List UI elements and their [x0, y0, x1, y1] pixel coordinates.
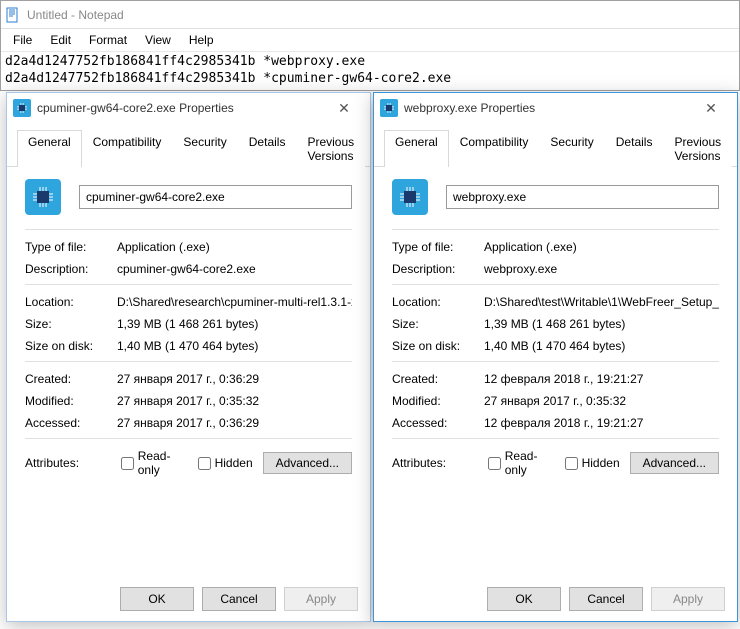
label-size-on-disk: Size on disk:	[392, 339, 484, 353]
value-modified: 27 января 2017 г., 0:35:32	[117, 394, 352, 408]
tab-strip: General Compatibility Security Details P…	[374, 123, 737, 167]
tab-details[interactable]: Details	[605, 130, 664, 167]
tab-details[interactable]: Details	[238, 130, 297, 167]
dialog-body: Type of file:Application (.exe) Descript…	[374, 167, 737, 577]
label-location: Location:	[392, 295, 484, 309]
filename-input[interactable]	[79, 185, 352, 209]
menu-format[interactable]: Format	[81, 31, 135, 49]
value-type: Application (.exe)	[117, 240, 352, 254]
value-location: D:\Shared\test\Writable\1\WebFreer_Setup…	[484, 295, 719, 309]
label-type: Type of file:	[392, 240, 484, 254]
button-row: OK Cancel Apply	[374, 577, 737, 621]
menu-view[interactable]: View	[137, 31, 179, 49]
value-type: Application (.exe)	[484, 240, 719, 254]
ok-button[interactable]: OK	[487, 587, 561, 611]
menu-file[interactable]: File	[5, 31, 40, 49]
value-accessed: 12 февраля 2018 г., 19:21:27	[484, 416, 719, 430]
tab-previous-versions[interactable]: Previous Versions	[663, 130, 732, 167]
label-size: Size:	[25, 317, 117, 331]
label-accessed: Accessed:	[392, 416, 484, 430]
dialog-titlebar[interactable]: webproxy.exe Properties ✕	[374, 93, 737, 123]
checkbox-readonly[interactable]: Read-only	[121, 449, 188, 477]
label-created: Created:	[25, 372, 117, 386]
label-size: Size:	[392, 317, 484, 331]
file-type-icon	[25, 179, 61, 215]
value-location: D:\Shared\research\cpuminer-multi-rel1.3…	[117, 295, 352, 309]
value-description: webproxy.exe	[484, 262, 719, 276]
value-created: 12 февраля 2018 г., 19:21:27	[484, 372, 719, 386]
properties-dialog-cpuminer: cpuminer-gw64-core2.exe Properties ✕ Gen…	[6, 92, 371, 622]
label-location: Location:	[25, 295, 117, 309]
value-size-on-disk: 1,40 MB (1 470 464 bytes)	[117, 339, 352, 353]
notepad-icon	[5, 7, 21, 23]
dialog-title: cpuminer-gw64-core2.exe Properties	[37, 101, 324, 115]
label-accessed: Accessed:	[25, 416, 117, 430]
app-icon	[380, 99, 398, 117]
menu-help[interactable]: Help	[181, 31, 222, 49]
button-row: OK Cancel Apply	[7, 577, 370, 621]
cancel-button[interactable]: Cancel	[569, 587, 643, 611]
file-type-icon	[392, 179, 428, 215]
value-created: 27 января 2017 г., 0:36:29	[117, 372, 352, 386]
label-description: Description:	[25, 262, 117, 276]
label-description: Description:	[392, 262, 484, 276]
value-accessed: 27 января 2017 г., 0:36:29	[117, 416, 352, 430]
close-button[interactable]: ✕	[691, 100, 731, 117]
filename-input[interactable]	[446, 185, 719, 209]
tab-security[interactable]: Security	[172, 130, 237, 167]
notepad-menu: File Edit Format View Help	[1, 29, 739, 52]
apply-button[interactable]: Apply	[651, 587, 725, 611]
dialog-body: Type of file:Application (.exe) Descript…	[7, 167, 370, 577]
value-size: 1,39 MB (1 468 261 bytes)	[117, 317, 352, 331]
tab-general[interactable]: General	[17, 130, 82, 167]
checkbox-hidden[interactable]: Hidden	[198, 456, 253, 470]
value-size: 1,39 MB (1 468 261 bytes)	[484, 317, 719, 331]
label-modified: Modified:	[25, 394, 117, 408]
cancel-button[interactable]: Cancel	[202, 587, 276, 611]
value-modified: 27 января 2017 г., 0:35:32	[484, 394, 719, 408]
notepad-text-area[interactable]: d2a4d1247752fb186841ff4c2985341b *webpro…	[1, 52, 739, 90]
notepad-title: Untitled - Notepad	[27, 8, 124, 22]
tab-compatibility[interactable]: Compatibility	[449, 130, 540, 167]
dialog-titlebar[interactable]: cpuminer-gw64-core2.exe Properties ✕	[7, 93, 370, 123]
checkbox-readonly[interactable]: Read-only	[488, 449, 555, 477]
value-description: cpuminer-gw64-core2.exe	[117, 262, 352, 276]
checkbox-hidden[interactable]: Hidden	[565, 456, 620, 470]
tab-security[interactable]: Security	[539, 130, 604, 167]
label-size-on-disk: Size on disk:	[25, 339, 117, 353]
value-size-on-disk: 1,40 MB (1 470 464 bytes)	[484, 339, 719, 353]
notepad-titlebar[interactable]: Untitled - Notepad	[1, 1, 739, 29]
label-attributes: Attributes:	[392, 456, 478, 470]
notepad-window: Untitled - Notepad File Edit Format View…	[0, 0, 740, 91]
tab-compatibility[interactable]: Compatibility	[82, 130, 173, 167]
dialog-title: webproxy.exe Properties	[404, 101, 691, 115]
advanced-button[interactable]: Advanced...	[630, 452, 719, 474]
advanced-button[interactable]: Advanced...	[263, 452, 352, 474]
tab-strip: General Compatibility Security Details P…	[7, 123, 370, 167]
close-button[interactable]: ✕	[324, 100, 364, 117]
label-modified: Modified:	[392, 394, 484, 408]
label-type: Type of file:	[25, 240, 117, 254]
apply-button[interactable]: Apply	[284, 587, 358, 611]
properties-dialog-webproxy: webproxy.exe Properties ✕ General Compat…	[373, 92, 738, 622]
app-icon	[13, 99, 31, 117]
label-created: Created:	[392, 372, 484, 386]
tab-general[interactable]: General	[384, 130, 449, 167]
tab-previous-versions[interactable]: Previous Versions	[296, 130, 365, 167]
menu-edit[interactable]: Edit	[42, 31, 79, 49]
label-attributes: Attributes:	[25, 456, 111, 470]
ok-button[interactable]: OK	[120, 587, 194, 611]
